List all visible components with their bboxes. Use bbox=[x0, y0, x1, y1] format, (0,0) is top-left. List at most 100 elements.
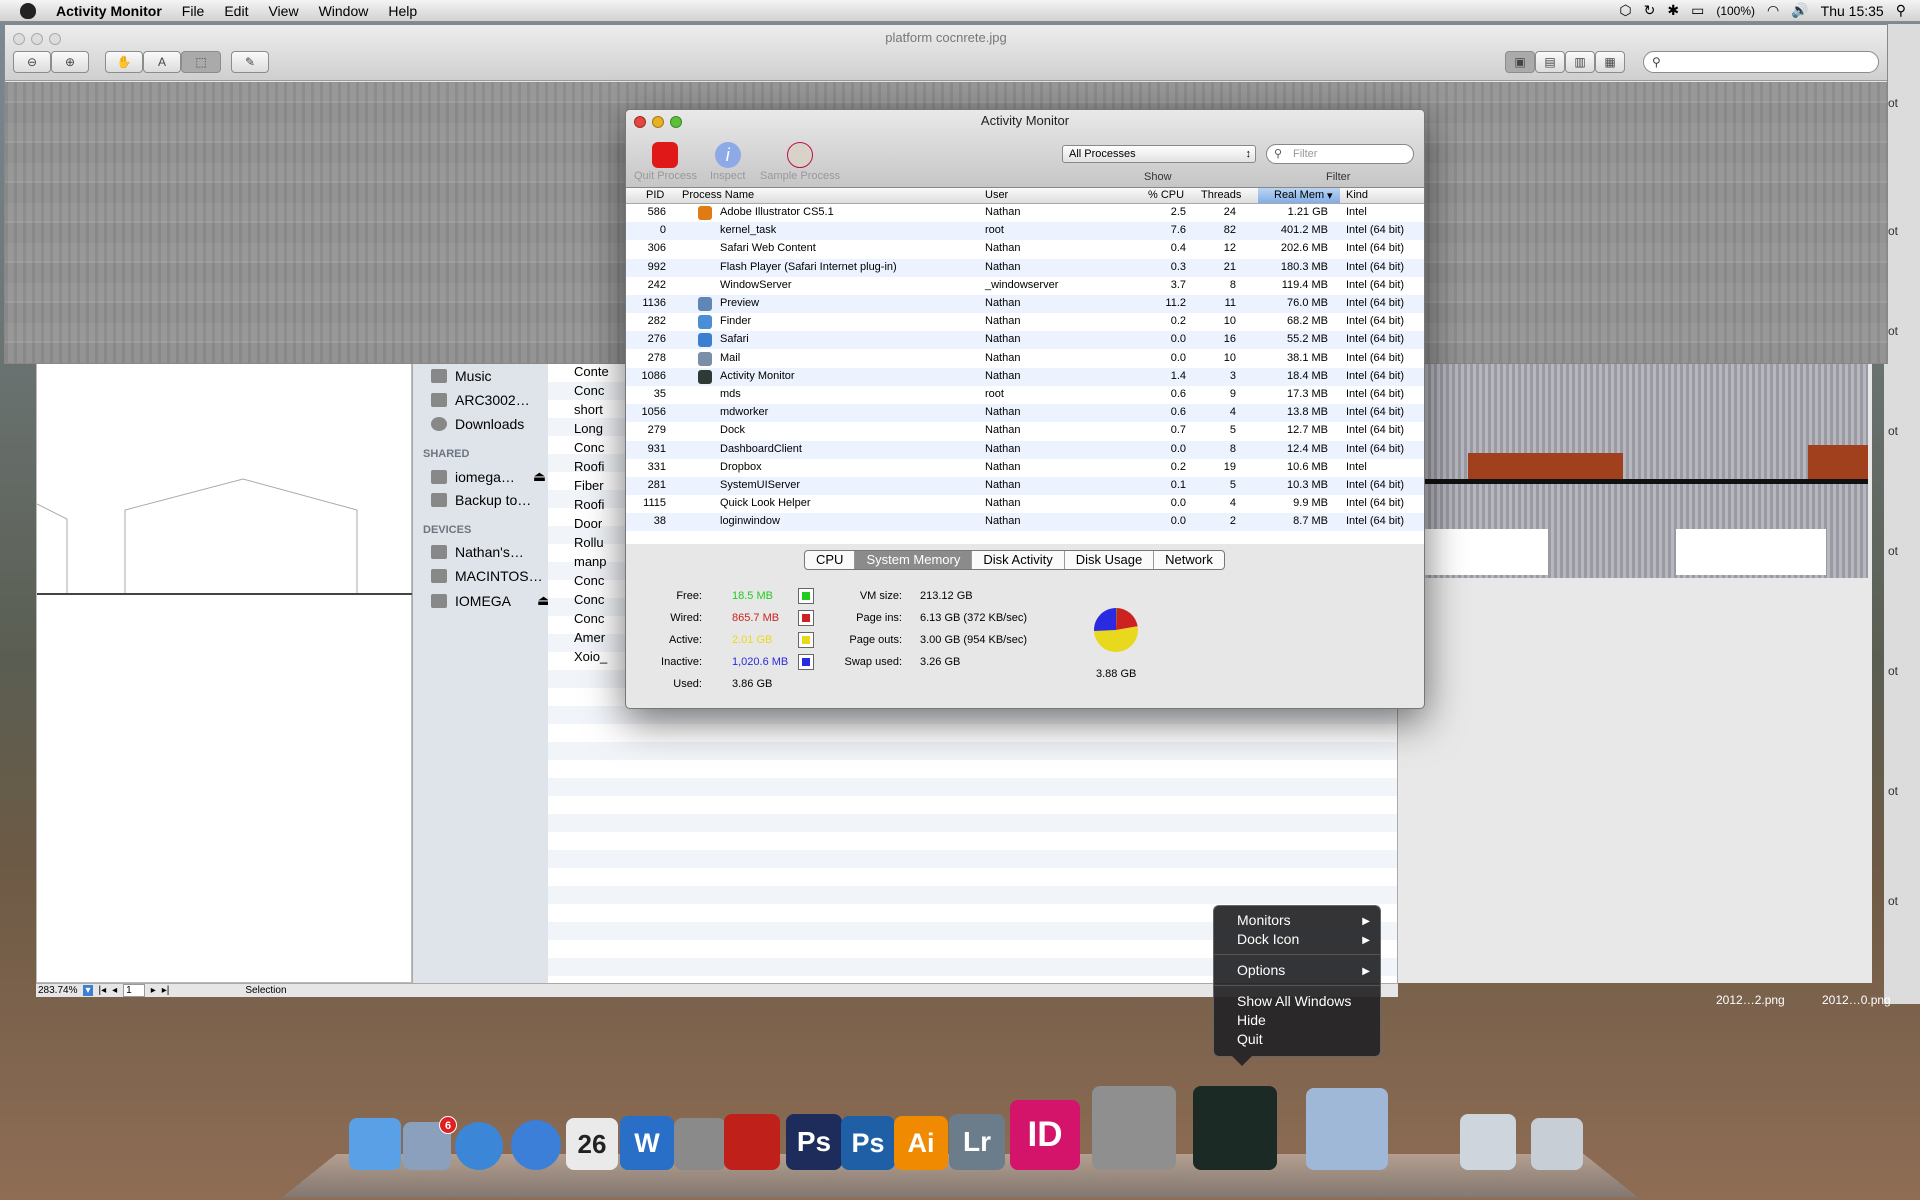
select-tool-icon[interactable]: ⬚ bbox=[181, 51, 221, 73]
menu-item-monitors[interactable]: Monitors bbox=[1237, 912, 1291, 928]
inactive-swatch[interactable] bbox=[798, 654, 814, 670]
col-process-name[interactable]: Process Name bbox=[682, 189, 754, 201]
first-page-icon[interactable]: |◂ bbox=[99, 985, 107, 996]
table-row[interactable]: 1115 Quick Look Helper Nathan 0.0 4 9.9 MB Int… bbox=[626, 495, 1424, 514]
menu-item-quit[interactable]: Quit bbox=[1237, 1031, 1263, 1047]
view-sidebar-icon[interactable]: ▤ bbox=[1535, 51, 1565, 73]
dock-mail-icon[interactable]: 6 bbox=[403, 1116, 457, 1170]
view-single-icon[interactable]: ▣ bbox=[1505, 51, 1535, 73]
list-item[interactable]: Xoio_ bbox=[574, 649, 607, 664]
tab-network[interactable]: Network bbox=[1154, 551, 1224, 569]
list-item[interactable]: Long bbox=[574, 421, 603, 436]
zoom-in-button[interactable]: ⊕ bbox=[51, 51, 89, 73]
show-processes-select[interactable]: All Processes ↕ bbox=[1062, 145, 1256, 163]
table-row[interactable]: 278 Mail Nathan 0.0 10 38.1 MB Intel (64 bit) bbox=[626, 349, 1424, 368]
table-row[interactable]: 586 Adobe Illustrator CS5.1 Nathan 2.5 24 1.2… bbox=[626, 204, 1424, 222]
desktop-file-stub[interactable]: ot bbox=[1888, 424, 1898, 438]
list-item[interactable]: Door bbox=[574, 516, 602, 531]
list-item[interactable]: Conc bbox=[574, 440, 604, 455]
dropbox-status-icon[interactable]: ⬡ bbox=[1619, 2, 1631, 19]
tab-cpu[interactable]: CPU bbox=[805, 551, 856, 569]
dock-lightroom-icon[interactable]: Lr bbox=[949, 1114, 1005, 1170]
menu-item-show-all-windows[interactable]: Show All Windows bbox=[1237, 993, 1351, 1009]
desktop-file-stub[interactable]: ot bbox=[1888, 224, 1898, 238]
eject-icon[interactable]: ⏏ bbox=[533, 468, 546, 485]
sidebar-item-iomega-share[interactable]: iomega… ⏏ bbox=[431, 468, 546, 485]
prev-page-icon[interactable]: ◂ bbox=[112, 985, 117, 996]
sidebar-item-laptop[interactable]: Nathan's… bbox=[431, 544, 524, 560]
table-row[interactable]: 242 WindowServer _windowserver 3.7 8 119.4 MB… bbox=[626, 276, 1424, 295]
table-row[interactable]: 282 Finder Nathan 0.2 10 68.2 MB Intel (64 bit… bbox=[626, 313, 1424, 332]
quit-process-button[interactable]: Quit Process bbox=[634, 142, 697, 182]
table-row[interactable]: 38 loginwindow Nathan 0.0 2 8.7 MB Intel (64 b… bbox=[626, 513, 1424, 532]
menu-window[interactable]: Window bbox=[309, 3, 379, 19]
col-kind[interactable]: Kind bbox=[1346, 189, 1368, 201]
free-swatch[interactable] bbox=[798, 588, 814, 604]
menu-help[interactable]: Help bbox=[378, 3, 427, 19]
filter-input[interactable]: Filter bbox=[1266, 144, 1414, 164]
table-row[interactable]: 0 kernel_task root 7.6 82 401.2 MB Intel (64 b… bbox=[626, 222, 1424, 241]
menu-item-options[interactable]: Options bbox=[1237, 962, 1285, 978]
dock-illustrator-icon[interactable]: Ai bbox=[894, 1116, 948, 1170]
wifi-icon[interactable]: ◠ bbox=[1767, 2, 1779, 19]
dock-trash-icon[interactable] bbox=[1531, 1118, 1583, 1170]
list-item[interactable]: Conc bbox=[574, 592, 604, 607]
battery-icon[interactable]: ▭ bbox=[1691, 2, 1704, 19]
dock-safari-icon[interactable] bbox=[455, 1122, 503, 1170]
next-page-icon[interactable]: ▸ bbox=[151, 985, 156, 996]
list-item[interactable]: Conc bbox=[574, 611, 604, 626]
page-field[interactable]: 1 bbox=[123, 984, 145, 997]
col-user[interactable]: User bbox=[985, 189, 1008, 201]
desktop-file-stub[interactable]: ot bbox=[1888, 894, 1898, 908]
list-item[interactable]: Conte bbox=[574, 364, 609, 379]
col-pid[interactable]: PID bbox=[646, 189, 664, 201]
dock-photoshop-cs5-icon[interactable]: Ps bbox=[786, 1114, 842, 1170]
dock-word-icon[interactable]: W bbox=[620, 1116, 674, 1170]
bluetooth-icon[interactable]: ✱ bbox=[1667, 2, 1679, 19]
dock-ical-icon[interactable]: 26 bbox=[566, 1118, 618, 1170]
zoom-level[interactable]: 283.74% bbox=[38, 985, 77, 996]
desktop-file-label[interactable]: 2012…2.png bbox=[1716, 993, 1785, 1007]
view-grid-icon[interactable]: ▦ bbox=[1595, 51, 1625, 73]
table-row[interactable]: 279 Dock Nathan 0.7 5 12.7 MB Intel (64 bit) bbox=[626, 422, 1424, 441]
text-tool-icon[interactable]: A bbox=[143, 51, 181, 73]
menu-item-hide[interactable]: Hide bbox=[1237, 1012, 1266, 1028]
dock-sketchup-icon[interactable] bbox=[674, 1118, 726, 1170]
sidebar-item-music[interactable]: Music bbox=[431, 368, 492, 384]
tab-system-memory[interactable]: System Memory bbox=[855, 551, 973, 569]
sidebar-item-macintosh[interactable]: MACINTOS… bbox=[431, 568, 543, 584]
menu-view[interactable]: View bbox=[258, 3, 308, 19]
table-row[interactable]: 276 Safari Nathan 0.0 16 55.2 MB Intel (64 bit… bbox=[626, 331, 1424, 350]
dock-finder-icon[interactable] bbox=[349, 1118, 401, 1170]
list-item[interactable]: Conc bbox=[574, 573, 604, 588]
list-item[interactable]: Fiber bbox=[574, 478, 604, 493]
dock-printer-icon[interactable] bbox=[1460, 1114, 1516, 1170]
view-two-page-icon[interactable]: ▥ bbox=[1565, 51, 1595, 73]
desktop-file-stub[interactable]: ot bbox=[1888, 96, 1898, 110]
last-page-icon[interactable]: ▸| bbox=[162, 985, 170, 996]
menu-app-name[interactable]: Activity Monitor bbox=[46, 3, 172, 19]
desktop-file-stub[interactable]: ot bbox=[1888, 784, 1898, 798]
tool-mode[interactable]: Selection bbox=[245, 985, 286, 996]
list-item[interactable]: Rollu bbox=[574, 535, 604, 550]
desktop-file-stub[interactable]: ot bbox=[1888, 324, 1898, 338]
spotlight-icon[interactable]: ⚲ bbox=[1896, 2, 1906, 19]
table-row[interactable]: 1056 mdworker Nathan 0.6 4 13.8 MB Intel (64 b… bbox=[626, 404, 1424, 423]
dock-photoshop-icon[interactable]: Ps bbox=[841, 1116, 895, 1170]
dock-itunes-icon[interactable] bbox=[511, 1120, 561, 1170]
dock-iphoto-icon[interactable] bbox=[1306, 1088, 1388, 1170]
sidebar-item-arc3002[interactable]: ARC3002… bbox=[431, 392, 530, 408]
dock-activity-monitor-icon[interactable] bbox=[1193, 1086, 1277, 1170]
menu-item-dock-icon[interactable]: Dock Icon bbox=[1237, 931, 1299, 947]
tab-disk-activity[interactable]: Disk Activity bbox=[972, 551, 1065, 569]
table-row[interactable]: 306 Safari Web Content Nathan 0.4 12 202.6 MB… bbox=[626, 240, 1424, 259]
table-row[interactable]: 931 DashboardClient Nathan 0.0 8 12.4 MB Intel… bbox=[626, 440, 1424, 459]
desktop-file-label[interactable]: 2012…0.png bbox=[1822, 993, 1891, 1007]
zoom-out-button[interactable]: ⊖ bbox=[13, 51, 51, 73]
active-swatch[interactable] bbox=[798, 632, 814, 648]
table-row[interactable]: 331 Dropbox Nathan 0.2 19 10.6 MB Intel bbox=[626, 458, 1424, 477]
time-machine-icon[interactable]: ↻ bbox=[1644, 2, 1656, 19]
sidebar-item-iomega-disk[interactable]: IOMEGA ⏏ bbox=[431, 592, 550, 609]
volume-icon[interactable]: 🔊 bbox=[1791, 2, 1808, 19]
table-row[interactable]: 35 mds root 0.6 9 17.3 MB Intel (64 bit) bbox=[626, 386, 1424, 404]
